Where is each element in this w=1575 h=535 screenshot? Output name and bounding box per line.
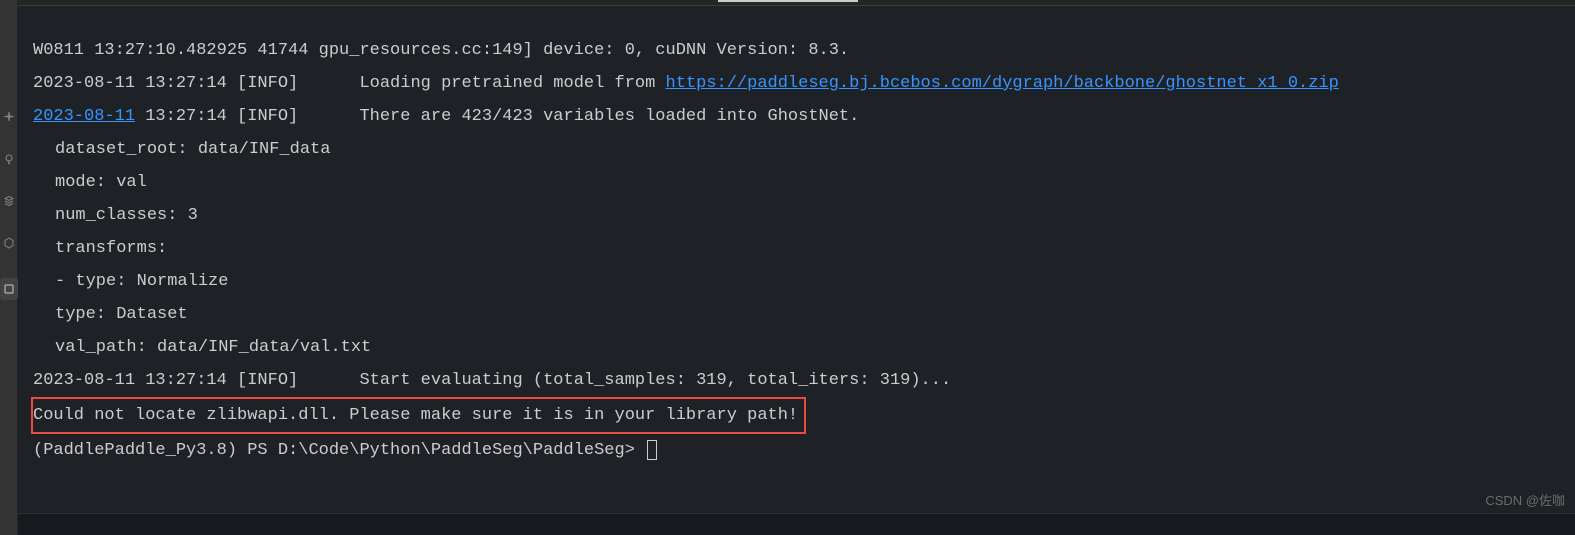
terminal-line: 2023-08-11 13:27:14 [INFO] There are 423… <box>33 100 1560 133</box>
bulb-icon[interactable] <box>2 152 16 166</box>
square-icon[interactable] <box>0 278 18 300</box>
terminal-line: val_path: data/INF_data/val.txt <box>33 331 1560 364</box>
terminal-line: mode: val <box>33 166 1560 199</box>
terminal-line: 2023-08-11 13:27:14 [INFO] Start evaluat… <box>33 364 1560 397</box>
spark-icon[interactable] <box>2 110 16 124</box>
terminal-line: 2023-08-11 13:27:14 [INFO] Loading pretr… <box>33 67 1560 100</box>
workspace: W0811 13:27:10.482925 41744 gpu_resource… <box>0 0 1575 535</box>
terminal-line: Could not locate zlibwapi.dll. Please ma… <box>33 397 1560 434</box>
terminal-line: transforms: <box>33 232 1560 265</box>
terminal-line: W0811 13:27:10.482925 41744 gpu_resource… <box>33 34 1560 67</box>
date-link[interactable]: 2023-08-11 <box>33 107 135 126</box>
main-area: W0811 13:27:10.482925 41744 gpu_resource… <box>18 0 1575 535</box>
status-bar <box>18 513 1575 535</box>
terminal-output[interactable]: W0811 13:27:10.482925 41744 gpu_resource… <box>18 6 1575 513</box>
hexagon-icon[interactable] <box>2 236 16 250</box>
scrollbar[interactable] <box>1563 6 1575 513</box>
stack-icon[interactable] <box>2 194 16 208</box>
watermark: CSDN @佐咖 <box>1485 490 1565 509</box>
model-url-link[interactable]: https://paddleseg.bj.bcebos.com/dygraph/… <box>666 74 1339 93</box>
active-tab-indicator <box>718 0 858 2</box>
terminal-line: num_classes: 3 <box>33 199 1560 232</box>
activity-bar <box>0 0 18 535</box>
terminal-line: (PaddlePaddle_Py3.8) PS D:\Code\Python\P… <box>33 434 1560 467</box>
terminal-line: dataset_root: data/INF_data <box>33 133 1560 166</box>
terminal-line: - type: Normalize <box>33 265 1560 298</box>
terminal-line: type: Dataset <box>33 298 1560 331</box>
error-highlight: Could not locate zlibwapi.dll. Please ma… <box>31 397 806 434</box>
cursor <box>647 440 657 460</box>
